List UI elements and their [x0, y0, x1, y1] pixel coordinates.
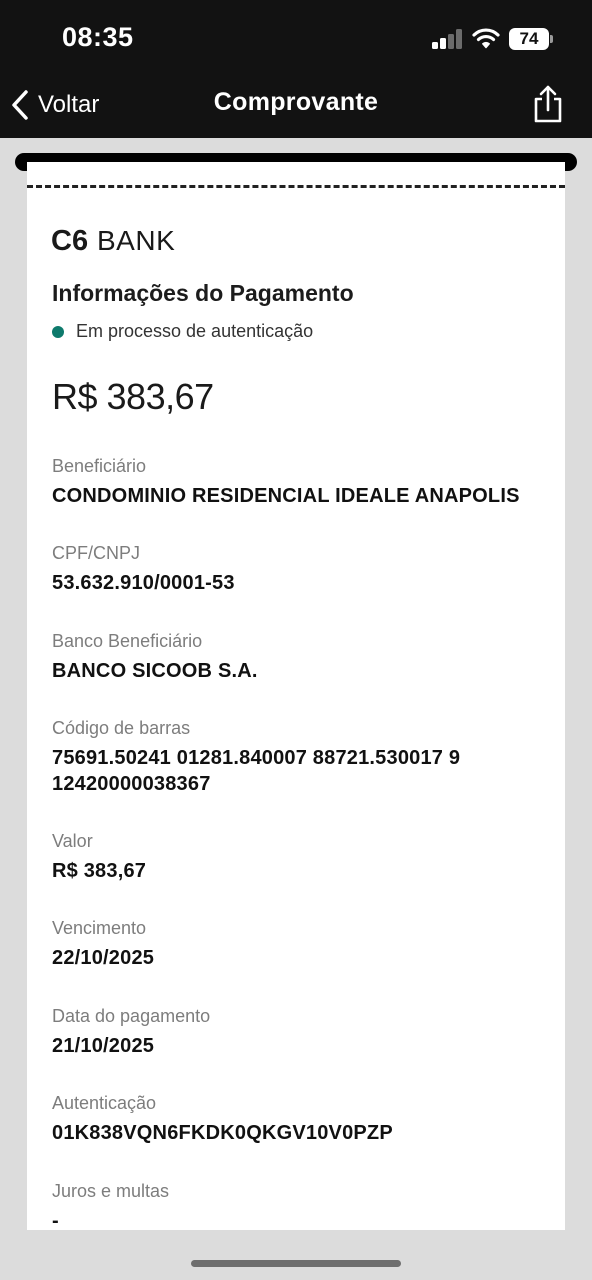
field-value: 75691.50241 01281.840007 88721.530017 9 …	[52, 745, 552, 797]
svg-text:BANK: BANK	[97, 225, 175, 254]
field-value: 21/10/2025	[52, 1035, 155, 1057]
status-time: 08:35	[62, 22, 134, 52]
field-juros-e-multas: Juros e multas -	[52, 1181, 552, 1230]
barcode-line-1: 75691.50241 01281.840007 88721.530017 9	[52, 747, 461, 769]
page-title: Comprovante	[213, 88, 379, 116]
field-value: 22/10/2025	[52, 947, 155, 969]
field-value: CONDOMINIO RESIDENCIAL IDEALE ANAPOLIS	[52, 485, 520, 507]
field-data-do-pagamento: Data do pagamento 21/10/2025	[52, 1006, 552, 1059]
field-cpf-cnpj: CPF/CNPJ 53.632.910/0001-53	[52, 543, 552, 596]
field-label: Vencimento	[52, 918, 147, 938]
status-dot-icon	[52, 325, 64, 338]
home-indicator[interactable]	[191, 1260, 401, 1267]
top-bar: 08:35 74 Voltar Comprovante	[0, 0, 592, 138]
payment-amount: R$ 383,67	[52, 376, 214, 417]
svg-text:C6: C6	[51, 225, 88, 254]
field-banco-beneficiario: Banco Beneficiário BANCO SICOOB S.A.	[52, 631, 552, 684]
field-label: Valor	[52, 831, 93, 851]
receipt-card: C6 BANK Informações do Pagamento Em proc…	[27, 162, 565, 1230]
field-valor: Valor R$ 383,67	[52, 831, 552, 884]
field-value: 53.632.910/0001-53	[52, 572, 235, 594]
field-codigo-de-barras: Código de barras 75691.50241 01281.84000…	[52, 718, 552, 797]
field-value: 01K838VQN6FKDK0QKGV10V0PZP	[52, 1122, 393, 1144]
field-autenticacao: Autenticação 01K838VQN6FKDK0QKGV10V0PZP	[52, 1093, 552, 1146]
status-text: Em processo de autenticação	[76, 321, 314, 341]
field-value: BANCO SICOOB S.A.	[52, 660, 258, 682]
field-value: -	[52, 1210, 59, 1230]
field-vencimento: Vencimento 22/10/2025	[52, 918, 552, 971]
field-label: Beneficiário	[52, 456, 147, 476]
field-label: Data do pagamento	[52, 1006, 211, 1026]
perforation-line	[27, 185, 565, 188]
section-title: Informações do Pagamento	[52, 280, 354, 306]
cell-signal-icon	[432, 29, 464, 49]
status-badge: Em processo de autenticação	[52, 321, 313, 342]
c6-bank-logo: C6 BANK	[51, 225, 175, 254]
field-beneficiario: Beneficiário CONDOMINIO RESIDENCIAL IDEA…	[52, 456, 552, 509]
field-label: Código de barras	[52, 718, 191, 738]
barcode-line-2: 12420000038367	[52, 773, 211, 795]
field-label: Autenticação	[52, 1093, 157, 1113]
share-icon[interactable]	[530, 84, 566, 124]
battery-indicator: 74	[509, 28, 549, 50]
battery-cap	[550, 35, 553, 43]
field-label: Banco Beneficiário	[52, 631, 203, 651]
field-value: R$ 383,67	[52, 860, 147, 882]
wifi-icon	[472, 28, 500, 49]
field-label: CPF/CNPJ	[52, 543, 141, 563]
field-label: Juros e multas	[52, 1181, 170, 1201]
